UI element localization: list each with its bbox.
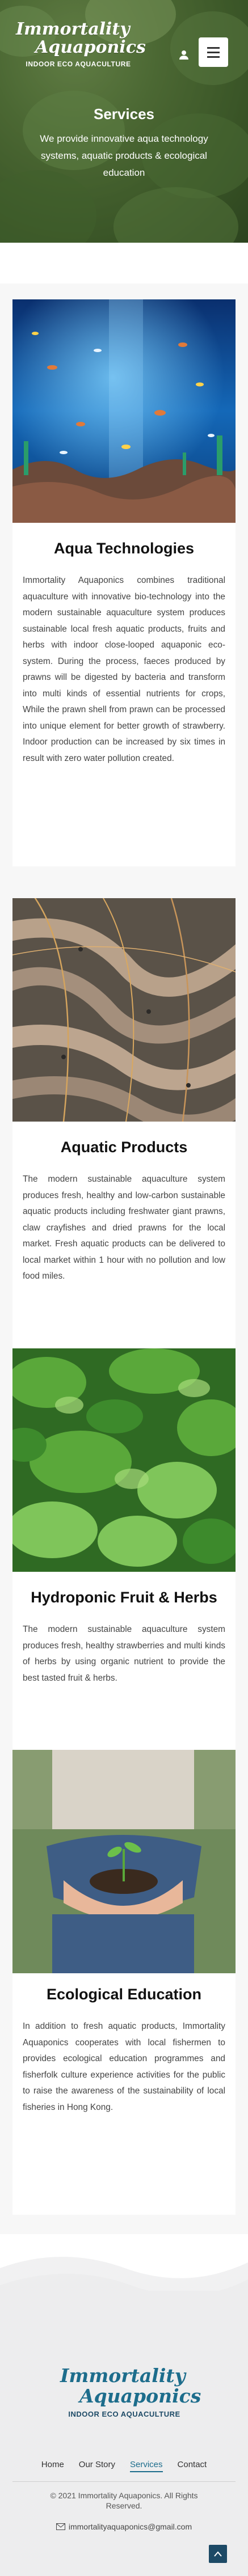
email-address: immortalityaquaponics@gmail.com <box>68 2522 192 2531</box>
section-text: In addition to fresh aquatic products, I… <box>23 2021 225 2112</box>
back-to-top-button[interactable] <box>209 2545 227 2563</box>
prawns-image <box>12 898 236 1122</box>
menu-bar-icon <box>207 51 220 53</box>
menu-bar-icon <box>207 56 220 58</box>
section-text: The modern sustainable aquaculture syste… <box>23 1625 225 1683</box>
footer-logo-line-2: Aquaponics <box>79 2385 201 2407</box>
section-title: Hydroponic Fruit & Herbs <box>31 1589 217 1606</box>
section-title: Aqua Technologies <box>53 540 195 557</box>
aquarium-image <box>12 299 236 523</box>
logo-line-2: Aquaponics <box>35 37 146 57</box>
hero-description: We provide innovative aqua technology sy… <box>40 133 208 178</box>
menu-bar-icon <box>207 46 220 49</box>
copyright-text: © 2021 Immortality Aquaponics. All Right… <box>50 2491 198 2510</box>
section-title: Aquatic Products <box>60 1139 188 1156</box>
account-icon[interactable] <box>177 48 191 61</box>
footer-logo-line-1: Immortality <box>60 2364 186 2387</box>
mail-icon <box>56 2523 65 2530</box>
section-text: Immortality Aquaponics combines traditio… <box>23 576 225 763</box>
footer-nav-home[interactable]: Home <box>41 2460 64 2472</box>
service-card-hydroponic-fruit-herbs: Hydroponic Fruit & Herbs The modern sust… <box>12 1348 236 1768</box>
service-card-ecological-education: Ecological Education In addition to fres… <box>12 1750 236 2215</box>
chevron-up-icon <box>214 2551 222 2557</box>
hamburger-menu-button[interactable] <box>199 37 228 67</box>
logo-line-1: Immortality <box>16 19 130 39</box>
footer-nav-our-story[interactable]: Our Story <box>79 2460 115 2472</box>
service-card-aqua-technologies: Aqua Technologies Immortality Aquaponics… <box>12 299 236 866</box>
section-title: Ecological Education <box>46 1986 202 2003</box>
seedling-hands-image <box>12 1750 236 1973</box>
site-logo[interactable]: Immortality Aquaponics INDOOR ECO AQUACU… <box>16 19 146 82</box>
section-text: The modern sustainable aquaculture syste… <box>23 1174 225 1281</box>
footer-logo[interactable]: Immortality Aquaponics INDOOR ECO AQUACU… <box>60 2364 201 2438</box>
logo-tagline: INDOOR ECO AQUACULTURE <box>26 60 131 68</box>
footer-divider <box>12 2481 236 2482</box>
service-card-aquatic-products: Aquatic Products The modern sustainable … <box>12 898 236 1352</box>
footer-email[interactable]: immortalityaquaponics@gmail.com <box>0 2522 248 2531</box>
herbs-image <box>12 1348 236 1572</box>
footer-nav-contact[interactable]: Contact <box>178 2460 207 2472</box>
footer-nav-services[interactable]: Services <box>129 2460 163 2472</box>
page-title: Services <box>94 105 154 122</box>
footer-nav: Home Our Story Services Contact <box>0 2460 248 2472</box>
footer-logo-tagline: INDOOR ECO AQUACULTURE <box>68 2410 180 2418</box>
